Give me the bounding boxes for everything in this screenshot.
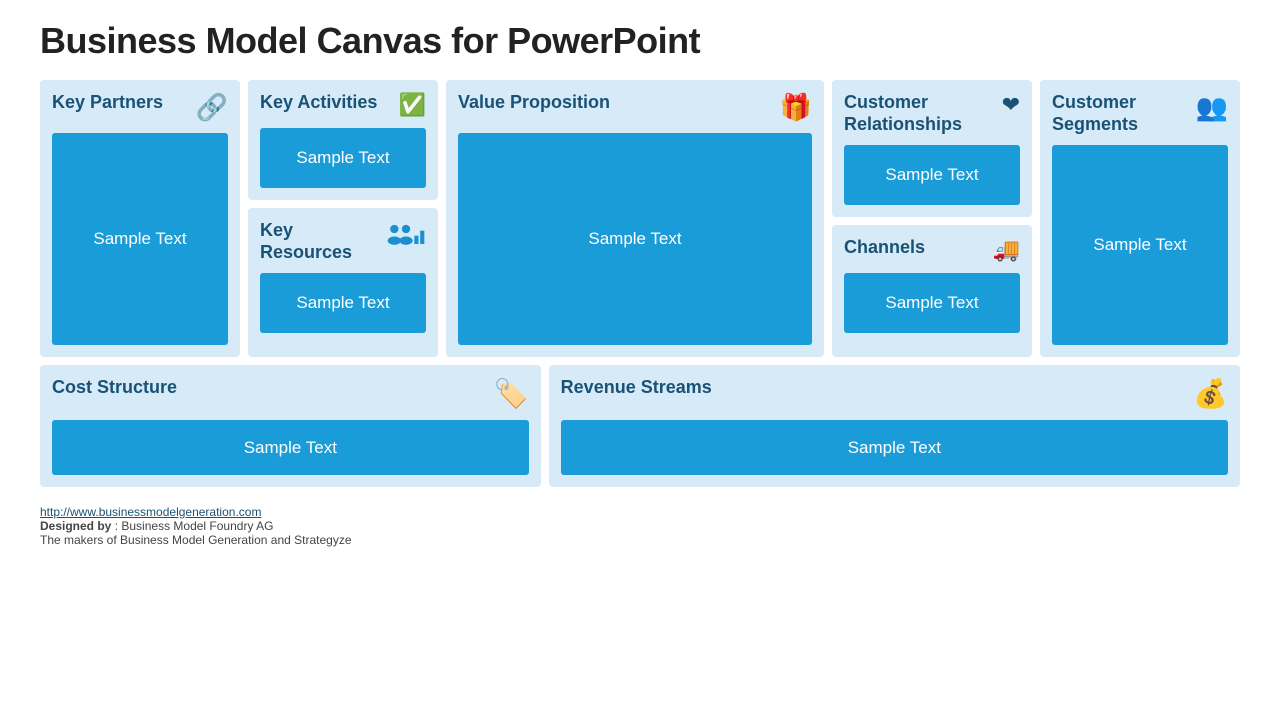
footer-tagline: The makers of Business Model Generation …: [40, 533, 1240, 547]
key-resources-icon: [386, 220, 426, 254]
key-partners-sample: Sample Text: [52, 133, 228, 345]
footer: http://www.businessmodelgeneration.com D…: [40, 505, 1240, 547]
key-activities-section: Key Activities ✅ Sample Text: [248, 80, 438, 200]
revenue-streams-icon: 💰: [1193, 377, 1228, 410]
customer-segments-section: Customer Segments 👥 Sample Text: [1040, 80, 1240, 357]
key-activities-sample: Sample Text: [260, 128, 426, 188]
customer-relationships-icon: ❤: [1002, 92, 1020, 118]
channels-sample: Sample Text: [844, 273, 1020, 333]
customer-relationships-title: Customer Relationships: [844, 92, 996, 135]
channels-section: Channels 🚚 Sample Text: [832, 225, 1032, 357]
key-partners-section: Key Partners 🔗 Sample Text: [40, 80, 240, 357]
channels-header: Channels 🚚: [844, 237, 1020, 263]
activities-resources-col: Key Activities ✅ Sample Text Key Resourc…: [248, 80, 438, 357]
customer-segments-sample: Sample Text: [1052, 145, 1228, 345]
revenue-streams-header: Revenue Streams 💰: [561, 377, 1228, 410]
key-resources-sample: Sample Text: [260, 273, 426, 333]
value-proposition-icon: 🎁: [780, 92, 812, 123]
cost-structure-icon: 🏷️: [494, 377, 529, 410]
customer-segments-header: Customer Segments 👥: [1052, 92, 1228, 135]
cost-structure-title: Cost Structure: [52, 377, 177, 399]
key-partners-title: Key Partners: [52, 92, 163, 114]
cost-structure-sample: Sample Text: [52, 420, 529, 475]
value-proposition-section: Value Proposition 🎁 Sample Text: [446, 80, 824, 357]
customer-col: Customer Relationships ❤ Sample Text Cha…: [832, 80, 1032, 357]
value-proposition-header: Value Proposition 🎁: [458, 92, 812, 123]
key-activities-title: Key Activities: [260, 92, 377, 114]
channels-title: Channels: [844, 237, 925, 259]
key-activities-header: Key Activities ✅: [260, 92, 426, 118]
key-resources-title: Key Resources: [260, 220, 380, 263]
cost-structure-section: Cost Structure 🏷️ Sample Text: [40, 365, 541, 487]
customer-relationships-sample: Sample Text: [844, 145, 1020, 205]
key-resources-section: Key Resources Sample Text: [248, 208, 438, 357]
footer-url[interactable]: http://www.businessmodelgeneration.com: [40, 505, 261, 519]
value-proposition-sample: Sample Text: [458, 133, 812, 345]
customer-relationships-section: Customer Relationships ❤ Sample Text: [832, 80, 1032, 217]
customer-segments-title: Customer Segments: [1052, 92, 1190, 135]
page-title: Business Model Canvas for PowerPoint: [40, 20, 1240, 62]
customer-segments-icon: 👥: [1196, 92, 1228, 123]
key-partners-icon: 🔗: [196, 92, 228, 123]
revenue-streams-title: Revenue Streams: [561, 377, 712, 399]
key-resources-header: Key Resources: [260, 220, 426, 263]
revenue-streams-sample: Sample Text: [561, 420, 1228, 475]
customer-relationships-header: Customer Relationships ❤: [844, 92, 1020, 135]
revenue-streams-section: Revenue Streams 💰 Sample Text: [549, 365, 1240, 487]
value-proposition-title: Value Proposition: [458, 92, 610, 114]
channels-icon: 🚚: [993, 237, 1020, 263]
footer-designed-by-value: Business Model Foundry AG: [121, 519, 273, 533]
cost-structure-header: Cost Structure 🏷️: [52, 377, 529, 410]
key-partners-header: Key Partners 🔗: [52, 92, 228, 123]
footer-designed-by-label: Designed by: [40, 519, 111, 533]
key-activities-icon: ✅: [399, 92, 426, 118]
